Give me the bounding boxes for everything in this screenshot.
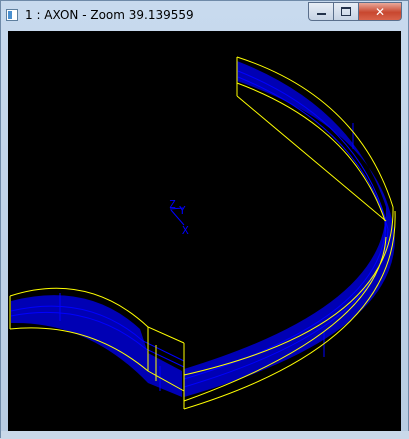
close-icon: ✕ bbox=[374, 4, 386, 19]
maximize-button[interactable] bbox=[334, 2, 359, 21]
window-controls: ✕ bbox=[308, 2, 402, 21]
cad-viewport[interactable]: Z Y X bbox=[8, 31, 401, 431]
title-bar[interactable]: 1 : AXON - Zoom 39.139559 ✕ bbox=[1, 1, 408, 31]
window-title: 1 : AXON - Zoom 39.139559 bbox=[25, 8, 194, 22]
axis-label-z: Z bbox=[169, 198, 176, 211]
axis-label-y: Y bbox=[179, 204, 186, 217]
inner-lines bbox=[10, 70, 389, 391]
maximize-icon bbox=[341, 7, 351, 16]
close-button[interactable]: ✕ bbox=[359, 2, 402, 21]
minimize-button[interactable] bbox=[308, 2, 334, 21]
model-canvas[interactable]: Z Y X bbox=[8, 31, 401, 431]
part-outline bbox=[9, 56, 396, 410]
app-icon[interactable] bbox=[6, 9, 18, 21]
axis-label-x: X bbox=[182, 224, 189, 237]
axis-triad: Z Y X bbox=[169, 198, 189, 237]
minimize-icon bbox=[316, 13, 326, 15]
app-window: 1 : AXON - Zoom 39.139559 ✕ Z Y X bbox=[0, 0, 409, 439]
